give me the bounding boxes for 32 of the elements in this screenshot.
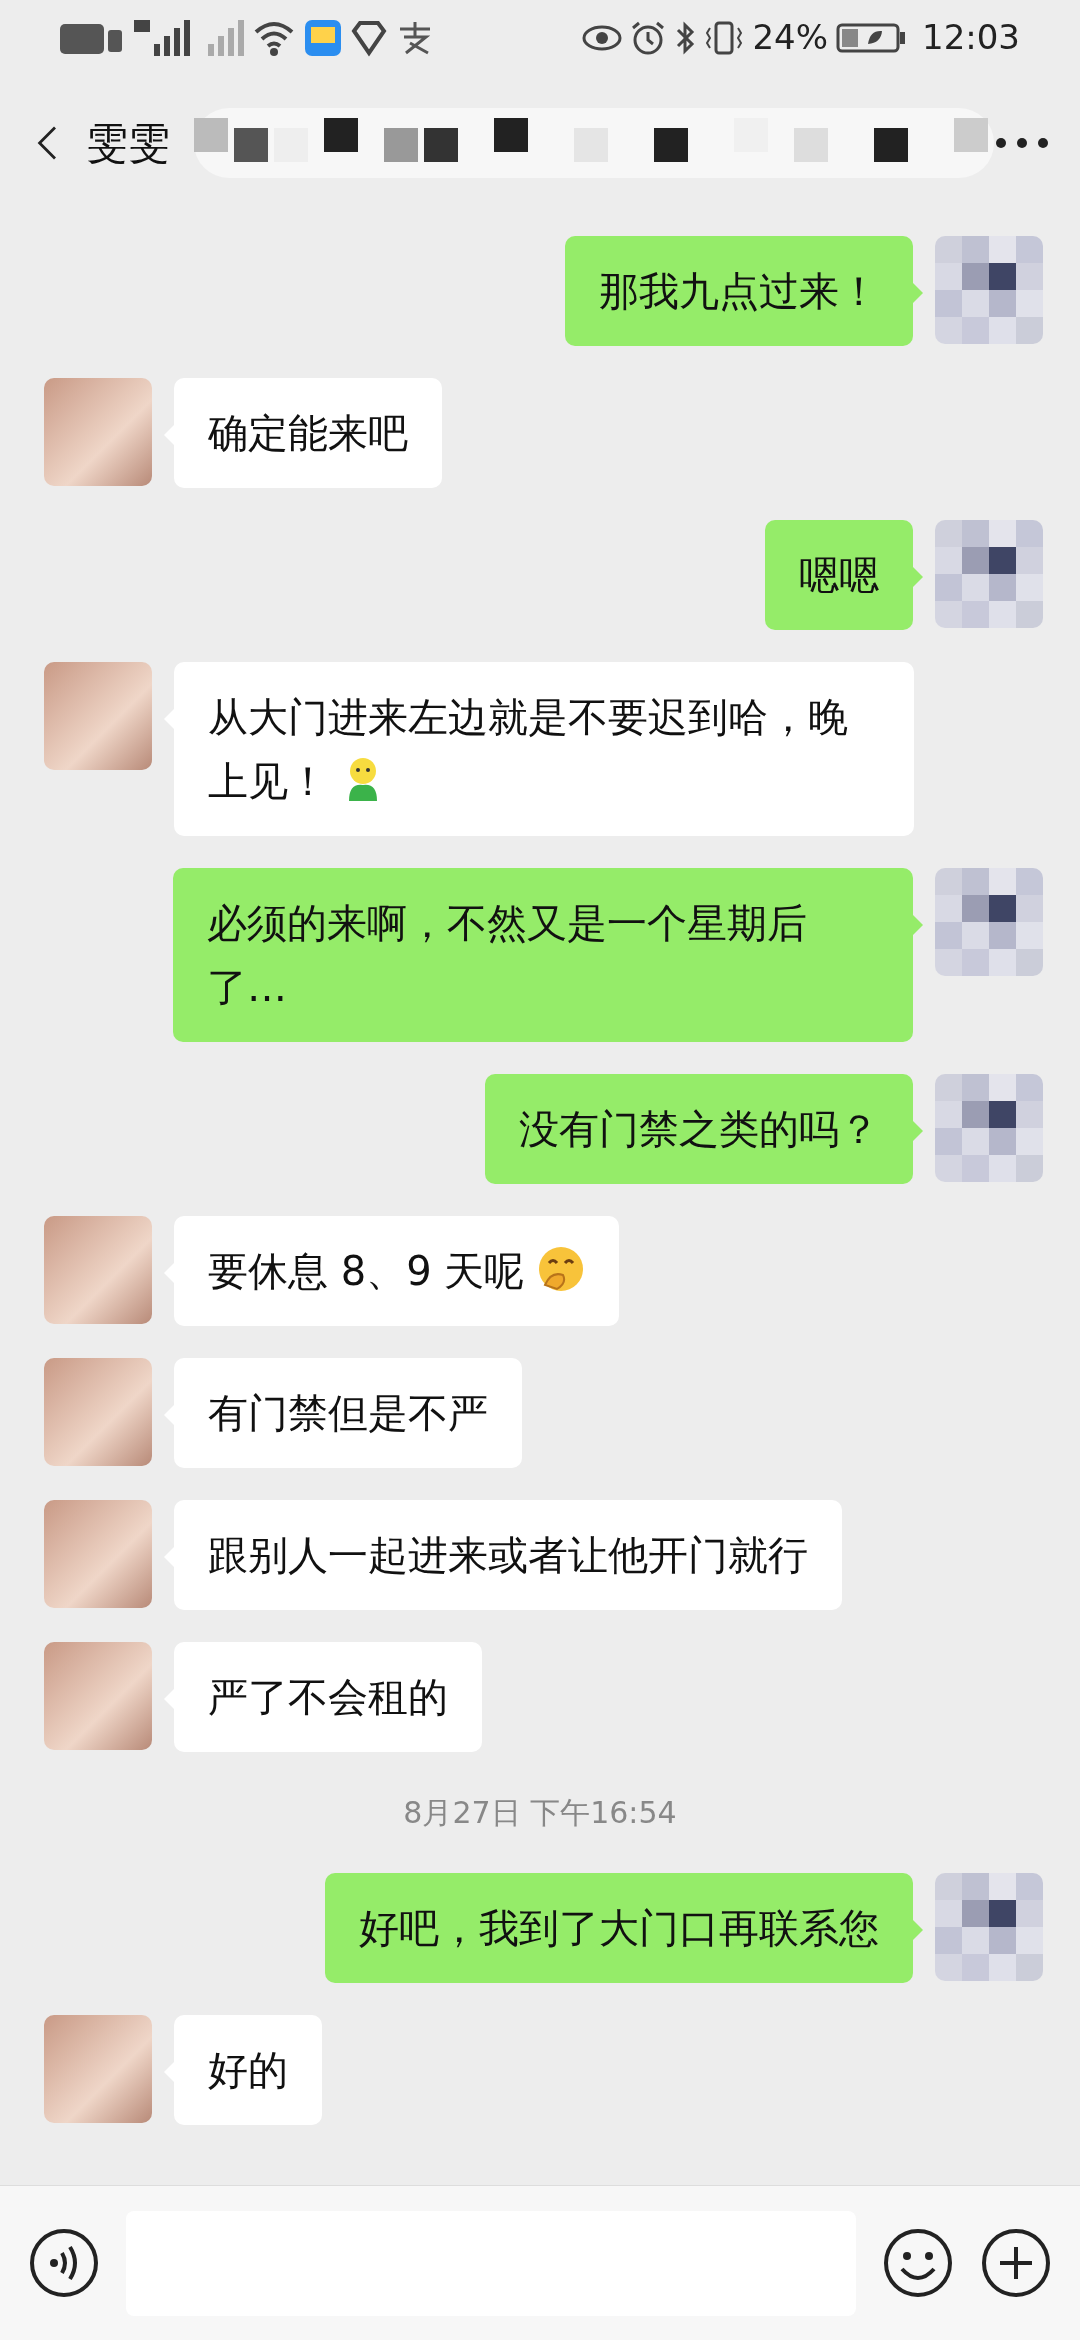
- message-bubble: 跟别人一起进来或者让他开门就行: [174, 1500, 842, 1610]
- bubble-tail: [913, 566, 923, 587]
- message-app-icon: [304, 18, 342, 57]
- message-bubble: 好的: [174, 2015, 322, 2125]
- message-bubble: 严了不会租的: [174, 1642, 482, 1752]
- more-icon[interactable]: [994, 136, 1050, 150]
- bubble-tail: [913, 282, 923, 303]
- message-bubble: 确定能来吧: [174, 378, 442, 488]
- message-bubble: 从大门进来左边就是不要迟到哈，晚上见！: [174, 662, 914, 836]
- vibrate-icon: [704, 19, 745, 56]
- bubble-tail: [913, 914, 923, 935]
- message-bubble: 要休息 8、9 天呢: [174, 1216, 620, 1326]
- message-bubble: 那我九点过来！: [565, 236, 913, 346]
- signal-icon: [132, 17, 192, 58]
- diamond-icon: [350, 18, 388, 57]
- message-bubble: 必须的来啊，不然又是一个星期后了…: [173, 868, 913, 1042]
- bluetooth-icon: [674, 19, 697, 56]
- plus-icon[interactable]: [980, 2227, 1052, 2299]
- message-bubble: 嗯嗯: [765, 520, 913, 630]
- message-bubble: 有门禁但是不严: [174, 1358, 522, 1468]
- voice-icon[interactable]: [28, 2227, 100, 2299]
- clock-time: 12:03: [922, 16, 1020, 59]
- message-bubble: 没有门禁之类的吗？: [485, 1074, 913, 1184]
- battery-percent: 24%: [752, 16, 828, 59]
- alarm-icon: [630, 19, 667, 56]
- battery-icon: [836, 21, 906, 54]
- bubble-tail: [913, 1120, 923, 1141]
- message-bubble: 好吧，我到了大门口再联系您: [325, 1873, 913, 1983]
- timestamp: 8月27日 下午16:54: [403, 1794, 677, 1832]
- emoji-icon[interactable]: [882, 2227, 954, 2299]
- bubble-tail: [913, 1919, 923, 1940]
- chat-title: 雯雯: [86, 117, 170, 169]
